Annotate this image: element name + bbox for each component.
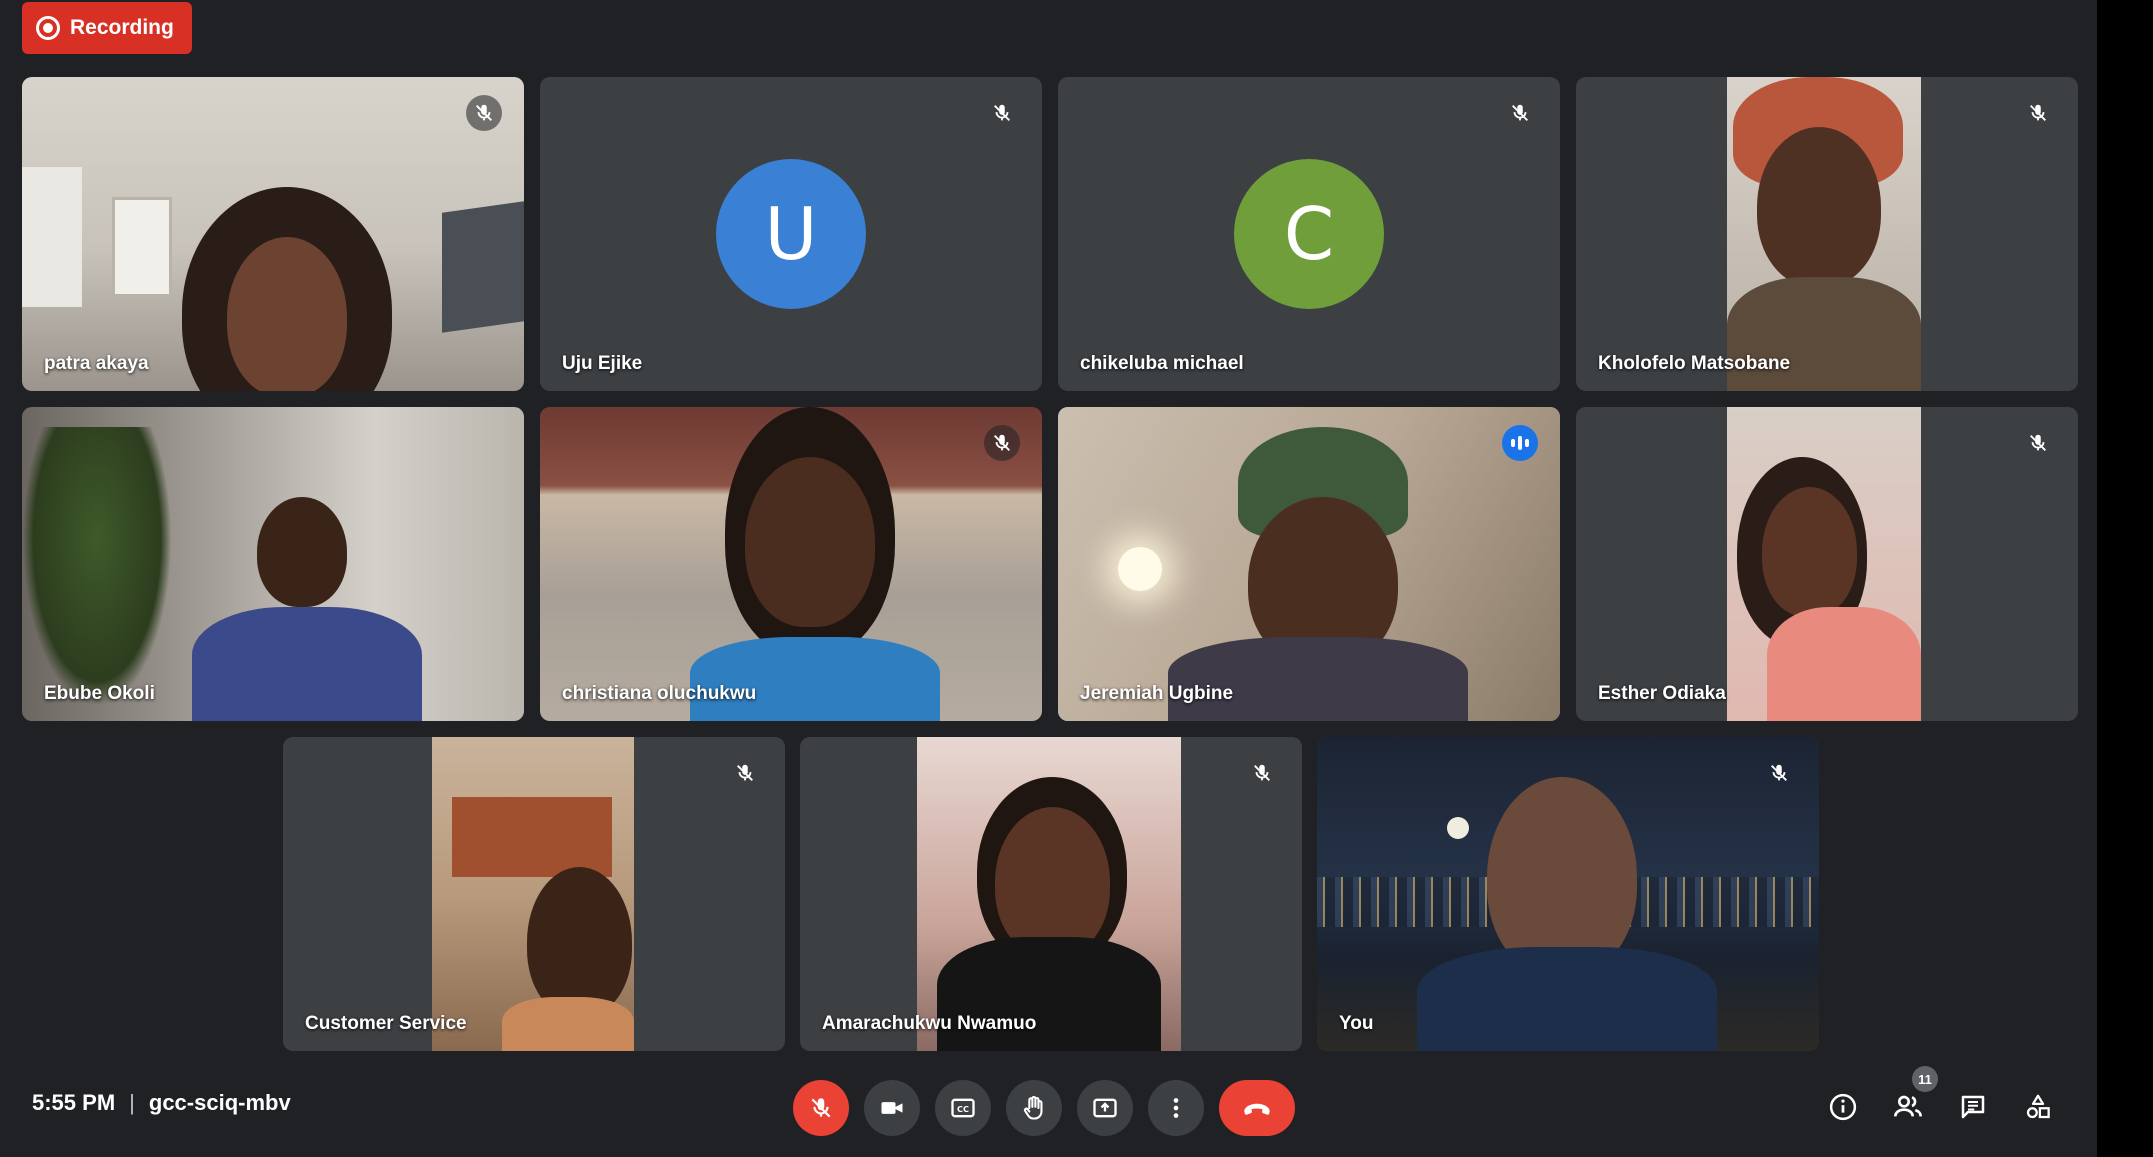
- participant-tile[interactable]: Customer Service: [283, 737, 785, 1051]
- recording-label: Recording: [70, 16, 174, 39]
- mic-off-icon: [984, 95, 1020, 131]
- participant-tile[interactable]: U Uju Ejike: [540, 77, 1042, 391]
- speaking-indicator-icon: [1502, 425, 1538, 461]
- meeting-code: gcc-sciq-mbv: [148, 1090, 291, 1115]
- recording-badge[interactable]: Recording: [22, 2, 192, 54]
- participant-name: christiana oluchukwu: [562, 683, 757, 704]
- camera-icon: [881, 1102, 903, 1114]
- participant-name: Customer Service: [305, 1013, 467, 1034]
- captions-button[interactable]: CC: [935, 1080, 991, 1136]
- present-screen-button[interactable]: [1077, 1080, 1133, 1136]
- mic-off-icon: [2020, 95, 2056, 131]
- participant-name: Uju Ejike: [562, 353, 643, 374]
- video-feed: [22, 407, 524, 721]
- present-icon: [1093, 1098, 1117, 1118]
- mic-off-icon: [727, 755, 763, 791]
- video-feed: [22, 77, 524, 391]
- separator: |: [129, 1090, 135, 1115]
- mic-off-icon: [1502, 95, 1538, 131]
- participant-name: chikeluba michael: [1080, 353, 1244, 374]
- video-feed: [540, 407, 1042, 721]
- meeting-details-button[interactable]: [1820, 1084, 1866, 1130]
- info-icon: [1829, 1093, 1857, 1121]
- participant-tile[interactable]: C chikeluba michael: [1058, 77, 1560, 391]
- avatar: U: [716, 159, 866, 309]
- video-feed: [917, 737, 1181, 1051]
- participant-tile-active-speaker[interactable]: Jeremiah Ugbine: [1058, 407, 1560, 721]
- avatar: C: [1234, 159, 1384, 309]
- mic-off-icon: [811, 1098, 831, 1118]
- activities-icon: [2026, 1094, 2050, 1119]
- video-feed: [432, 737, 634, 1051]
- screen-edge: [2097, 0, 2153, 1157]
- video-feed: [1727, 407, 1921, 721]
- svg-text:CC: CC: [957, 1104, 969, 1114]
- participant-tile-self[interactable]: You: [1317, 737, 1819, 1051]
- captions-icon: CC: [951, 1098, 975, 1118]
- current-time: 5:55 PM: [32, 1090, 116, 1115]
- more-vert-icon: [1173, 1098, 1179, 1118]
- mic-off-icon: [2020, 425, 2056, 461]
- participant-tile[interactable]: christiana oluchukwu: [540, 407, 1042, 721]
- mic-off-icon: [1761, 755, 1797, 791]
- participant-name: You: [1339, 1013, 1374, 1034]
- camera-toggle-button[interactable]: [864, 1080, 920, 1136]
- participant-name: Jeremiah Ugbine: [1080, 683, 1234, 704]
- participant-name: Ebube Okoli: [44, 683, 155, 704]
- mic-toggle-button[interactable]: [793, 1080, 849, 1136]
- participant-name: Esther Odiaka: [1598, 683, 1726, 704]
- participant-tile[interactable]: Amarachukwu Nwamuo: [800, 737, 1302, 1051]
- chat-icon: [1961, 1095, 1985, 1119]
- participant-count-badge: 11: [1912, 1066, 1938, 1092]
- activities-button[interactable]: [2015, 1084, 2061, 1130]
- more-options-button[interactable]: [1148, 1080, 1204, 1136]
- leave-call-button[interactable]: [1219, 1080, 1295, 1136]
- participant-name: patra akaya: [44, 353, 149, 374]
- participant-tile[interactable]: Esther Odiaka: [1576, 407, 2078, 721]
- mic-off-icon: [466, 95, 502, 131]
- video-feed: [1058, 407, 1560, 721]
- participant-tile[interactable]: Ebube Okoli: [22, 407, 524, 721]
- chat-button[interactable]: [1950, 1084, 1996, 1130]
- people-icon: [1894, 1095, 1922, 1117]
- raise-hand-button[interactable]: [1006, 1080, 1062, 1136]
- video-feed: [1317, 737, 1819, 1051]
- phone-hangup-icon: [1244, 1103, 1270, 1115]
- meeting-info: 5:55 PM | gcc-sciq-mbv: [32, 1090, 291, 1116]
- mic-off-icon: [1244, 755, 1280, 791]
- meeting-stage: Recording patra akaya U Uju Ejike C chik…: [0, 0, 2097, 1157]
- video-feed: [1727, 77, 1921, 391]
- mic-off-icon: [984, 425, 1020, 461]
- hand-icon: [1023, 1095, 1043, 1120]
- participant-tile[interactable]: Kholofelo Matsobane: [1576, 77, 2078, 391]
- participant-name: Kholofelo Matsobane: [1598, 353, 1791, 374]
- participant-name: Amarachukwu Nwamuo: [822, 1013, 1037, 1034]
- participant-tile[interactable]: patra akaya: [22, 77, 524, 391]
- bottom-toolbar: 5:55 PM | gcc-sciq-mbv CC 11: [0, 1060, 2097, 1157]
- record-icon: [36, 16, 60, 40]
